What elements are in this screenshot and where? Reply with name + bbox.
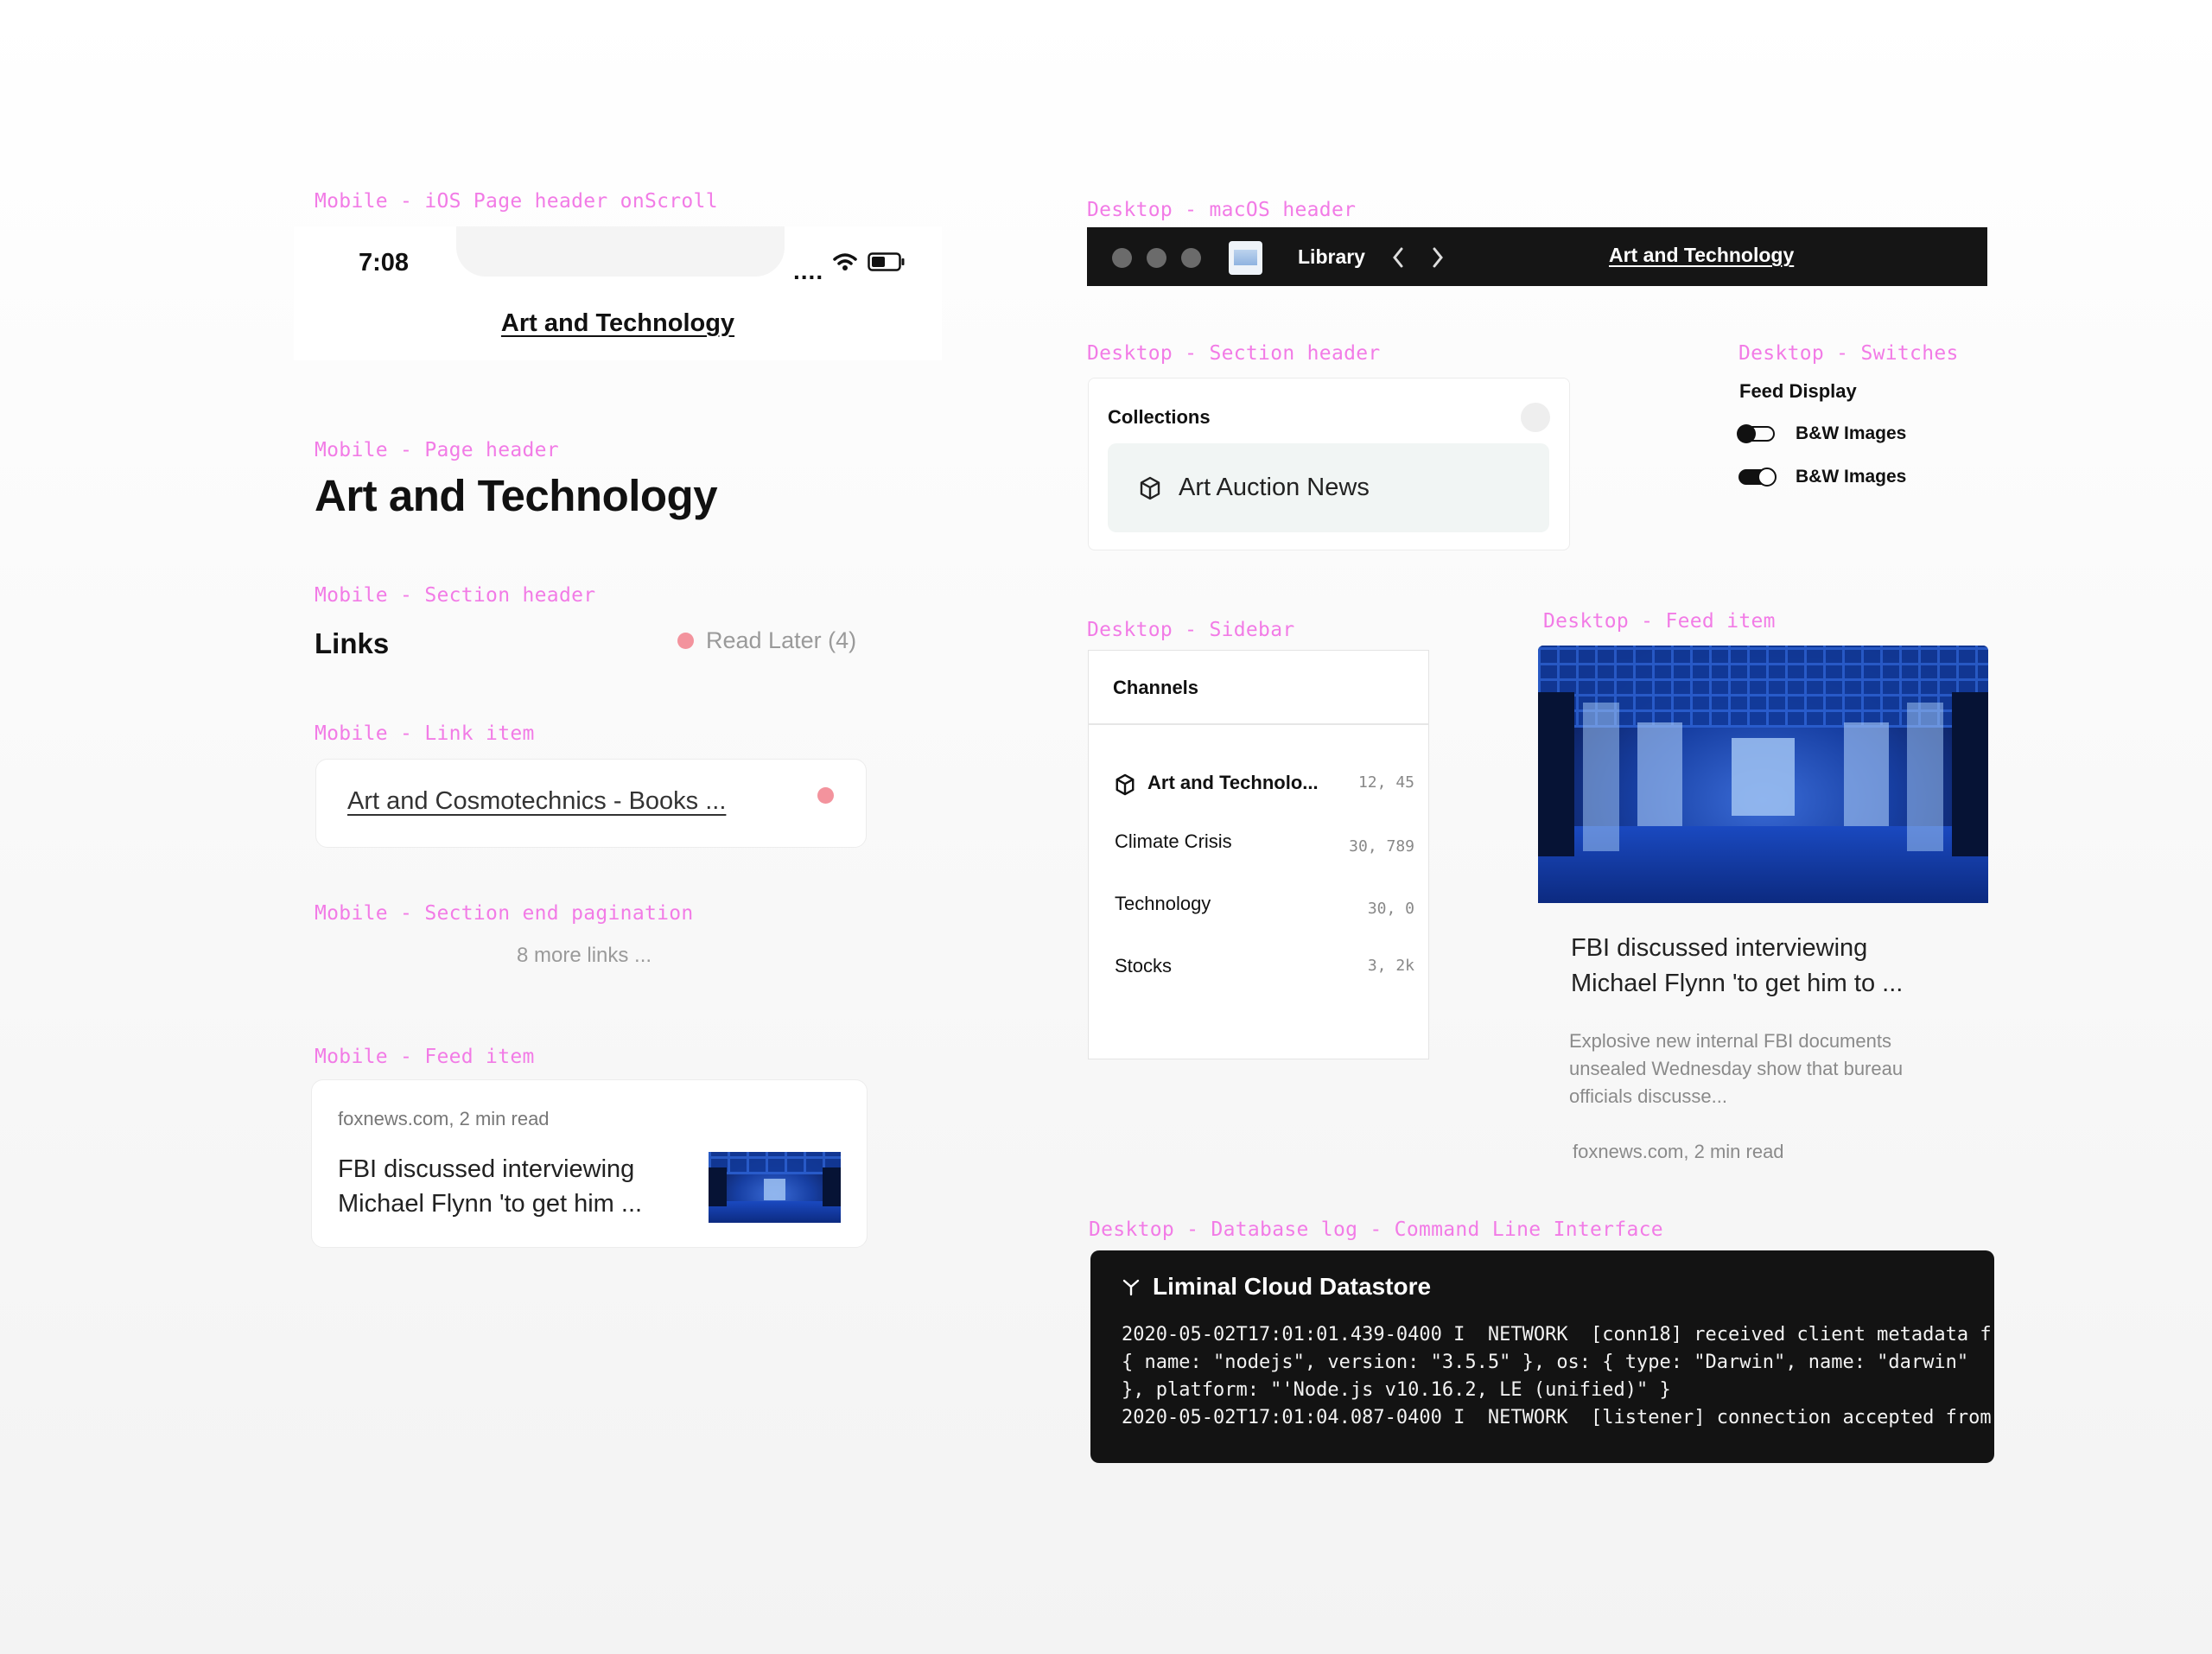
collections-action-button[interactable] — [1521, 403, 1550, 432]
app-image-icon — [1229, 241, 1262, 275]
read-later-button[interactable]: Read Later (4) — [677, 627, 856, 654]
macos-header: Library Art and Technology — [1087, 227, 1987, 286]
zoom-window-button[interactable] — [1181, 248, 1201, 268]
feed-item-description: Explosive new internal FBI documents uns… — [1569, 1030, 1904, 1107]
sidebar-item-count: 30, 789 — [1349, 837, 1414, 856]
feed-headline[interactable]: FBI discussed interviewing Michael Flynn… — [338, 1152, 683, 1221]
cube-icon — [1140, 476, 1160, 500]
read-later-label: Read Later (4) — [706, 627, 857, 653]
switch-label: B&W Images — [1796, 467, 1907, 487]
feed-item-mobile[interactable]: foxnews.com, 2 min read FBI discussed in… — [311, 1079, 868, 1248]
switch-label: B&W Images — [1796, 423, 1907, 443]
label-mac-header: Desktop - macOS header — [1087, 199, 1357, 221]
terminal-log: 2020-05-02T17:01:01.439-0400 I NETWORK [… — [1122, 1324, 1994, 1428]
ios-title[interactable]: Art and Technology — [294, 309, 942, 338]
cube-icon — [1116, 773, 1135, 796]
terminal-title: Liminal Cloud Datastore — [1153, 1273, 1432, 1300]
sidebar-item-count: 30, 0 — [1367, 900, 1414, 918]
sidebar-item-climate-crisis[interactable]: Climate Crisis 30, 789 — [1089, 815, 1428, 867]
status-time: 7:08 — [359, 249, 410, 277]
ios-page-header: 7:08 .... Art and Technology — [294, 226, 942, 360]
more-links-button[interactable]: 8 more links ... — [517, 944, 652, 968]
feed-item-headline[interactable]: FBI discussed interviewing Michael Flynn… — [1571, 931, 1951, 1002]
merge-icon — [1122, 1279, 1140, 1296]
sidebar-item-label: Technology — [1115, 893, 1211, 914]
toggle-switch[interactable] — [1737, 424, 1775, 443]
link-item-text[interactable]: Art and Cosmotechnics - Books ... — [347, 787, 726, 816]
link-item[interactable]: Art and Cosmotechnics - Books ... — [315, 759, 867, 848]
feed-display-title: Feed Display — [1739, 380, 1857, 402]
sidebar-item-label: Climate Crisis — [1115, 830, 1232, 852]
label-ios-scroll: Mobile - iOS Page header onScroll — [315, 190, 718, 213]
label-link-item: Mobile - Link item — [315, 722, 535, 745]
label-page-header: Mobile - Page header — [315, 439, 559, 461]
switch-row-bw-images-off[interactable]: B&W Images — [1737, 423, 1907, 444]
notch — [456, 226, 785, 277]
collections-title: Collections — [1108, 406, 1211, 428]
sidebar-item-technology[interactable]: Technology 30, 0 — [1089, 877, 1428, 929]
unread-dot-icon — [677, 633, 694, 649]
feed-thumbnail — [709, 1152, 841, 1223]
label-feed-mobile: Mobile - Feed item — [315, 1046, 535, 1068]
mac-title[interactable]: Art and Technology — [1609, 244, 1794, 267]
feed-source: foxnews.com, 2 min read — [338, 1108, 550, 1129]
label-sidebar: Desktop - Sidebar — [1087, 619, 1295, 641]
feed-item-image[interactable] — [1538, 646, 1988, 903]
sidebar-title: Channels — [1113, 677, 1199, 698]
channels-sidebar: Channels Art and Technolo... 12, 45 Clim… — [1088, 650, 1429, 1059]
label-section-header: Mobile - Section header — [315, 584, 596, 607]
library-link[interactable]: Library — [1298, 245, 1365, 269]
sidebar-header: Channels — [1089, 651, 1428, 725]
switch-row-bw-images-on[interactable]: B&W Images — [1738, 467, 1906, 487]
sidebar-item-stocks[interactable]: Stocks 3, 2k — [1089, 939, 1428, 991]
forward-chevron-icon[interactable] — [1431, 246, 1445, 269]
collection-item[interactable]: Art Auction News — [1108, 443, 1549, 532]
database-log-terminal: Liminal Cloud Datastore 2020-05-02T17:01… — [1090, 1250, 1994, 1463]
feed-item-source: foxnews.com, 2 min read — [1573, 1141, 1784, 1162]
wifi-icon — [833, 253, 857, 270]
collections-section: Collections Art Auction News — [1088, 378, 1570, 550]
collection-item-label: Art Auction News — [1179, 474, 1370, 501]
signal-icon: .... — [793, 258, 824, 284]
toggle-switch[interactable] — [1738, 468, 1777, 487]
sidebar-item-count: 3, 2k — [1367, 957, 1414, 975]
terminal-header: Liminal Cloud Datastore — [1122, 1273, 1431, 1301]
page-title: Art and Technology — [315, 471, 718, 520]
label-db-log: Desktop - Database log - Command Line In… — [1089, 1218, 1663, 1241]
battery-icon — [868, 252, 905, 271]
label-switches: Desktop - Switches — [1738, 342, 1959, 365]
label-feed-desktop: Desktop - Feed item — [1543, 610, 1776, 633]
back-chevron-icon[interactable] — [1391, 246, 1405, 269]
links-section-title: Links — [315, 627, 390, 659]
sidebar-item-count: 12, 45 — [1357, 773, 1414, 792]
close-window-button[interactable] — [1112, 248, 1132, 268]
sidebar-item-label: Art and Technolo... — [1147, 772, 1319, 793]
label-pagination: Mobile - Section end pagination — [315, 902, 694, 925]
sidebar-item-art-and-technology[interactable]: Art and Technolo... 12, 45 — [1089, 756, 1428, 808]
sidebar-item-label: Stocks — [1115, 955, 1173, 976]
unread-dot-icon — [817, 787, 834, 804]
minimize-window-button[interactable] — [1147, 248, 1166, 268]
label-section-desktop: Desktop - Section header — [1087, 342, 1381, 365]
